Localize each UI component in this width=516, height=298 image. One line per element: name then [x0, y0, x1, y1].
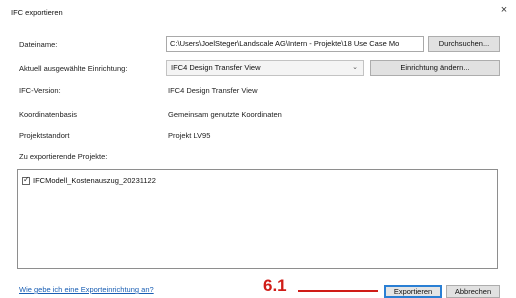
projects-label: Zu exportierende Projekte: [19, 152, 108, 161]
ifc-version-value: IFC4 Design Transfer View [168, 86, 258, 95]
chevron-down-icon: ⌄ [352, 64, 358, 71]
filename-label: Dateiname: [19, 40, 58, 49]
browse-button[interactable]: Durchsuchen... [428, 36, 500, 52]
dialog-title: IFC exportieren [11, 8, 63, 17]
step-annotation: 6.1 [263, 276, 287, 295]
close-icon[interactable]: × [497, 3, 511, 17]
coordinates-label: Koordinatenbasis [19, 110, 77, 119]
project-name: IFCModell_Kostenauszug_20231122 [33, 176, 156, 185]
change-setup-button[interactable]: Einrichtung ändern... [370, 60, 500, 76]
filename-field[interactable]: C:\Users\JoelSteger\Landscale AG\Intern … [166, 36, 424, 52]
list-item[interactable]: ✓ IFCModell_Kostenauszug_20231122 [22, 174, 156, 185]
checkmark-icon: ✓ [23, 174, 30, 184]
help-link[interactable]: Wie gebe ich eine Exporteinrichtung an? [19, 285, 154, 294]
location-value: Projekt LV95 [168, 131, 211, 140]
setup-selected-value: IFC4 Design Transfer View [171, 63, 261, 72]
ifc-version-label: IFC-Version: [19, 86, 61, 95]
setup-label: Aktuell ausgewählte Einrichtung: [19, 64, 128, 73]
setup-select[interactable]: IFC4 Design Transfer View ⌄ [166, 60, 364, 76]
cancel-button[interactable]: Abbrechen [446, 285, 500, 298]
ifc-export-dialog: IFC exportieren × Dateiname: C:\Users\Jo… [0, 0, 516, 298]
project-checkbox[interactable]: ✓ [22, 174, 30, 185]
projects-list[interactable]: ✓ IFCModell_Kostenauszug_20231122 [17, 169, 498, 269]
export-button[interactable]: Exportieren [384, 285, 442, 298]
coordinates-value: Gemeinsam genutzte Koordinaten [168, 110, 282, 119]
annotation-line [298, 290, 378, 292]
location-label: Projektstandort [19, 131, 70, 140]
